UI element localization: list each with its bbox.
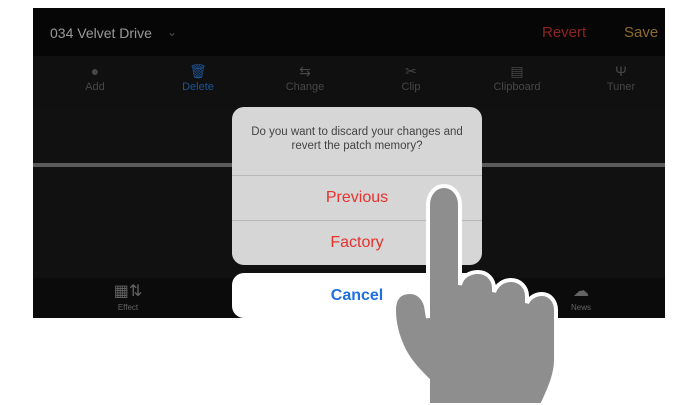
hand-shape [391,183,558,405]
pointing-hand-icon [391,183,558,405]
